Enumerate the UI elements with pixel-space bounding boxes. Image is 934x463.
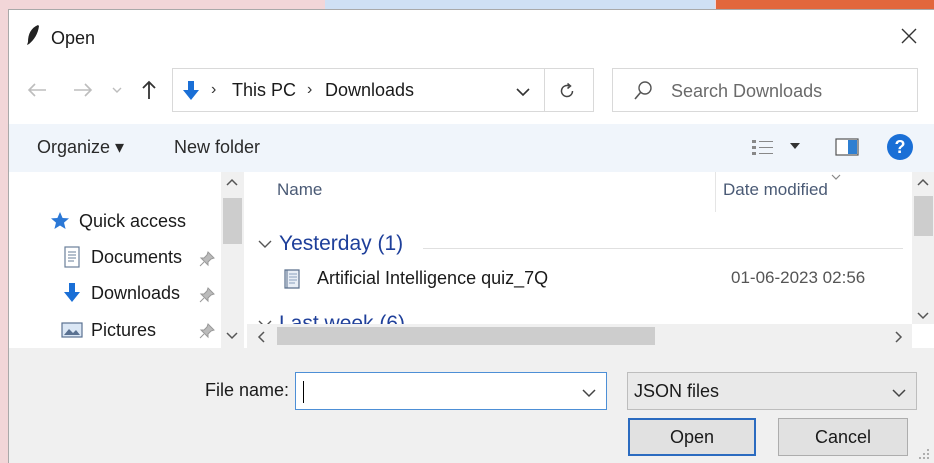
file-name: Artificial Intelligence quiz_7Q	[317, 268, 549, 288]
up-arrow-icon	[142, 80, 156, 99]
refresh-icon	[560, 82, 574, 98]
chevron-down-icon[interactable]	[513, 82, 533, 102]
close-icon	[901, 28, 917, 44]
breadcrumb-this-pc[interactable]: This PC	[232, 80, 296, 101]
column-header-date-modified[interactable]: Date modified	[723, 180, 828, 200]
forward-arrow-icon	[74, 83, 93, 97]
sidebar-item-downloads[interactable]: Downloads	[61, 282, 180, 304]
scrollbar-thumb[interactable]	[223, 198, 242, 244]
navigation-scrollbar[interactable]	[221, 172, 244, 348]
breadcrumb-downloads[interactable]: Downloads	[325, 80, 414, 101]
download-icon	[61, 282, 83, 304]
help-button[interactable]: ?	[887, 134, 913, 160]
pin-icon	[199, 323, 215, 339]
sidebar-item-label: Pictures	[91, 319, 157, 340]
organize-button[interactable]: Organize ▾	[37, 137, 124, 158]
scroll-left-icon[interactable]	[257, 331, 265, 343]
column-divider[interactable]	[715, 172, 716, 212]
open-button[interactable]: Open	[628, 418, 756, 456]
scroll-right-icon[interactable]	[895, 331, 903, 343]
scrollbar-thumb[interactable]	[914, 196, 933, 236]
pin-icon	[199, 251, 215, 267]
address-bar[interactable]: › This PC › Downloads	[172, 68, 594, 112]
scroll-down-icon[interactable]	[917, 312, 929, 320]
pin-icon	[199, 287, 215, 303]
file-list-vertical-scrollbar[interactable]	[912, 172, 934, 324]
search-icon	[634, 81, 652, 100]
chevron-down-icon[interactable]	[580, 384, 598, 402]
recent-locations-button[interactable]	[109, 78, 125, 102]
sidebar-item-label: Downloads	[91, 282, 181, 303]
chevron-down-icon	[258, 240, 272, 248]
preview-pane-icon[interactable]	[835, 137, 859, 157]
group-label: Yesterday (1)	[279, 232, 404, 255]
close-button[interactable]	[892, 22, 926, 50]
star-icon	[49, 210, 71, 232]
file-name-label: File name:	[205, 380, 290, 400]
sidebar-item-documents[interactable]: Documents	[61, 246, 182, 268]
back-button[interactable]	[25, 78, 49, 102]
file-list: Name Date modified Yesterday (1) Artific…	[247, 172, 934, 348]
title-bar: Open	[9, 10, 934, 62]
column-header-name[interactable]: Name	[277, 180, 322, 200]
scroll-up-icon[interactable]	[226, 178, 238, 186]
json-file-icon	[284, 269, 300, 289]
file-type-select[interactable]: JSON files	[627, 372, 917, 410]
refresh-button[interactable]	[556, 80, 578, 102]
file-row[interactable]: Artificial Intelligence quiz_7Q 01-06-20…	[267, 264, 907, 294]
sidebar-item-label: Quick access	[79, 210, 187, 231]
scroll-up-icon[interactable]	[917, 178, 929, 186]
forward-button[interactable]	[71, 78, 95, 102]
window-title: Open	[51, 28, 96, 48]
view-options-icon[interactable]	[751, 138, 775, 158]
cancel-button[interactable]: Cancel	[778, 418, 908, 456]
sidebar-item-quick-access[interactable]: Quick access	[49, 210, 186, 232]
document-icon	[61, 246, 83, 268]
sidebar-item-label: Documents	[91, 246, 183, 267]
command-bar: Organize ▾ New folder ?	[9, 124, 934, 172]
view-dropdown-icon[interactable]	[789, 142, 801, 150]
feather-icon	[27, 25, 39, 45]
up-button[interactable]	[137, 78, 161, 102]
search-input[interactable]	[671, 78, 911, 104]
group-header-yesterday[interactable]: Yesterday (1)	[257, 232, 403, 256]
scroll-down-icon[interactable]	[226, 332, 238, 340]
file-date-modified: 01-06-2023 02:56	[731, 268, 866, 287]
download-arrow-icon	[183, 81, 199, 100]
dialog-footer: File name: JSON files Open Cancel	[9, 348, 934, 463]
open-file-dialog: Open › This PC › Downloads Search Downlo…	[8, 9, 934, 463]
group-divider	[423, 248, 903, 249]
file-list-horizontal-scrollbar[interactable]	[247, 324, 912, 348]
chevron-down-icon	[892, 389, 906, 398]
address-divider	[544, 69, 545, 111]
sidebar-item-pictures[interactable]: Pictures	[61, 319, 156, 341]
breadcrumb-separator: ›	[307, 81, 313, 98]
file-name-field[interactable]	[295, 372, 607, 410]
picture-icon	[61, 319, 83, 341]
resize-grip-icon[interactable]	[918, 448, 930, 460]
new-folder-button[interactable]: New folder	[174, 137, 260, 158]
search-box[interactable]	[612, 68, 918, 112]
sort-indicator-icon	[831, 174, 841, 180]
back-arrow-icon	[27, 83, 46, 97]
breadcrumb-separator: ›	[211, 81, 217, 98]
scrollbar-thumb[interactable]	[277, 327, 655, 345]
chevron-down-icon	[112, 87, 122, 93]
file-name-input[interactable]	[302, 379, 572, 403]
file-type-value: JSON files	[634, 381, 720, 401]
navigation-pane: Quick access Documents Downloads Picture…	[9, 172, 246, 348]
